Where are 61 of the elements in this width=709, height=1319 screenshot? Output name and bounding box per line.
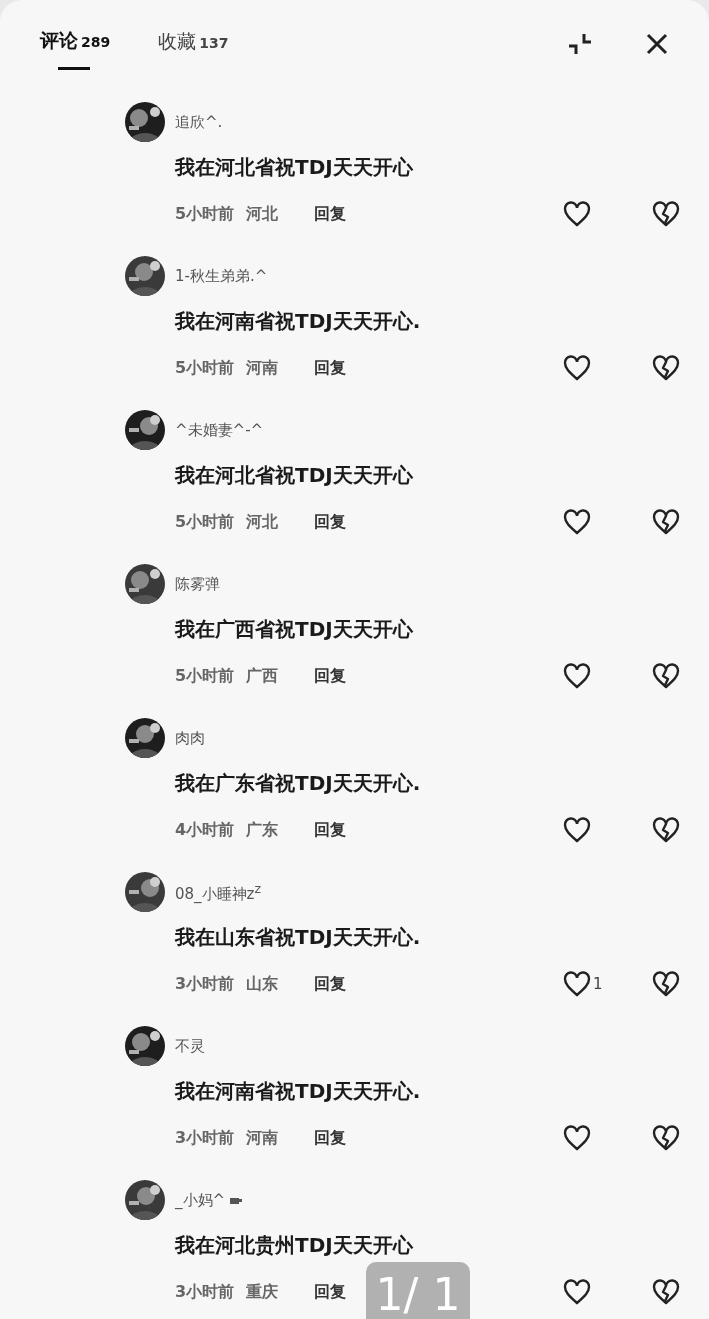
- comment-time: 4小时前: [175, 819, 235, 841]
- broken-heart-icon[interactable]: [652, 509, 680, 535]
- heart-icon[interactable]: [563, 201, 591, 227]
- comment-location: 河南: [246, 1127, 279, 1149]
- username: 陈雾弹: [175, 574, 220, 594]
- comment-location: 山东: [246, 973, 279, 995]
- reply-button[interactable]: 回复: [314, 357, 347, 379]
- reply-button[interactable]: 回复: [314, 203, 347, 225]
- heart-icon[interactable]: [563, 509, 591, 535]
- username: 肉肉: [175, 728, 205, 748]
- comment-text: 我在河北贵州TDJ天天开心: [175, 1232, 414, 1259]
- broken-heart-icon[interactable]: [652, 971, 680, 997]
- tab[interactable]: 收藏 137: [158, 29, 229, 71]
- reply-button[interactable]: 回复: [314, 665, 347, 687]
- reply-button[interactable]: 回复: [314, 1281, 347, 1303]
- comment-time: 5小时前: [175, 203, 235, 225]
- broken-heart-icon[interactable]: [652, 1125, 680, 1151]
- like-count: 1: [593, 975, 603, 993]
- heart-icon[interactable]: [563, 971, 591, 997]
- broken-heart-icon[interactable]: [652, 663, 680, 689]
- comment-text: 我在广东省祝TDJ天天开心.: [175, 770, 422, 797]
- username: 08_小睡神z$^{z}$: [175, 880, 262, 904]
- comment-time: 5小时前: [175, 665, 235, 687]
- comment-location: 广西: [246, 665, 279, 687]
- reply-button[interactable]: 回复: [314, 511, 347, 533]
- reply-button[interactable]: 回复: [314, 819, 347, 841]
- comment-time: 3小时前: [175, 973, 235, 995]
- comment-text: 我在河南省祝TDJ天天开心.: [175, 308, 422, 335]
- username: 不灵: [175, 1036, 205, 1056]
- reply-button[interactable]: 回复: [314, 1127, 347, 1149]
- comment-text: 我在河北省祝TDJ天天开心: [175, 462, 414, 489]
- heart-icon[interactable]: [563, 663, 591, 689]
- broken-heart-icon[interactable]: [652, 201, 680, 227]
- username: ^未婚妻^-^: [175, 420, 264, 440]
- tab[interactable]: 评论 289: [40, 27, 111, 73]
- broken-heart-icon[interactable]: [652, 355, 680, 381]
- comment-text: 我在河北省祝TDJ天天开心: [175, 154, 414, 181]
- close-icon[interactable]: [645, 32, 669, 56]
- comment-text: 我在山东省祝TDJ天天开心.: [175, 924, 422, 951]
- reply-button[interactable]: 回复: [314, 973, 347, 995]
- comment-location: 河北: [246, 203, 279, 225]
- comment-time: 3小时前: [175, 1281, 235, 1303]
- comment-time: 5小时前: [175, 357, 235, 379]
- comment-location: 重庆: [246, 1281, 279, 1303]
- heart-icon[interactable]: [563, 1279, 591, 1305]
- comment-text: 我在广西省祝TDJ天天开心: [175, 616, 414, 643]
- broken-heart-icon[interactable]: [652, 817, 680, 843]
- heart-icon[interactable]: [563, 1125, 591, 1151]
- page-counter: 1/ 1: [366, 1262, 470, 1319]
- username: 追欣^.: [175, 112, 223, 132]
- comment-text: 我在河南省祝TDJ天天开心.: [175, 1078, 422, 1105]
- comment-location: 河北: [246, 511, 279, 533]
- heart-icon[interactable]: [563, 355, 591, 381]
- heart-icon[interactable]: [563, 817, 591, 843]
- broken-heart-icon[interactable]: [652, 1279, 680, 1305]
- username: _小妈^: [175, 1190, 226, 1210]
- comment-location: 广东: [246, 819, 279, 841]
- username: 1-秋生弟弟.^: [175, 266, 268, 286]
- comment-time: 5小时前: [175, 511, 235, 533]
- comment-time: 3小时前: [175, 1127, 235, 1149]
- comment-location: 河南: [246, 357, 279, 379]
